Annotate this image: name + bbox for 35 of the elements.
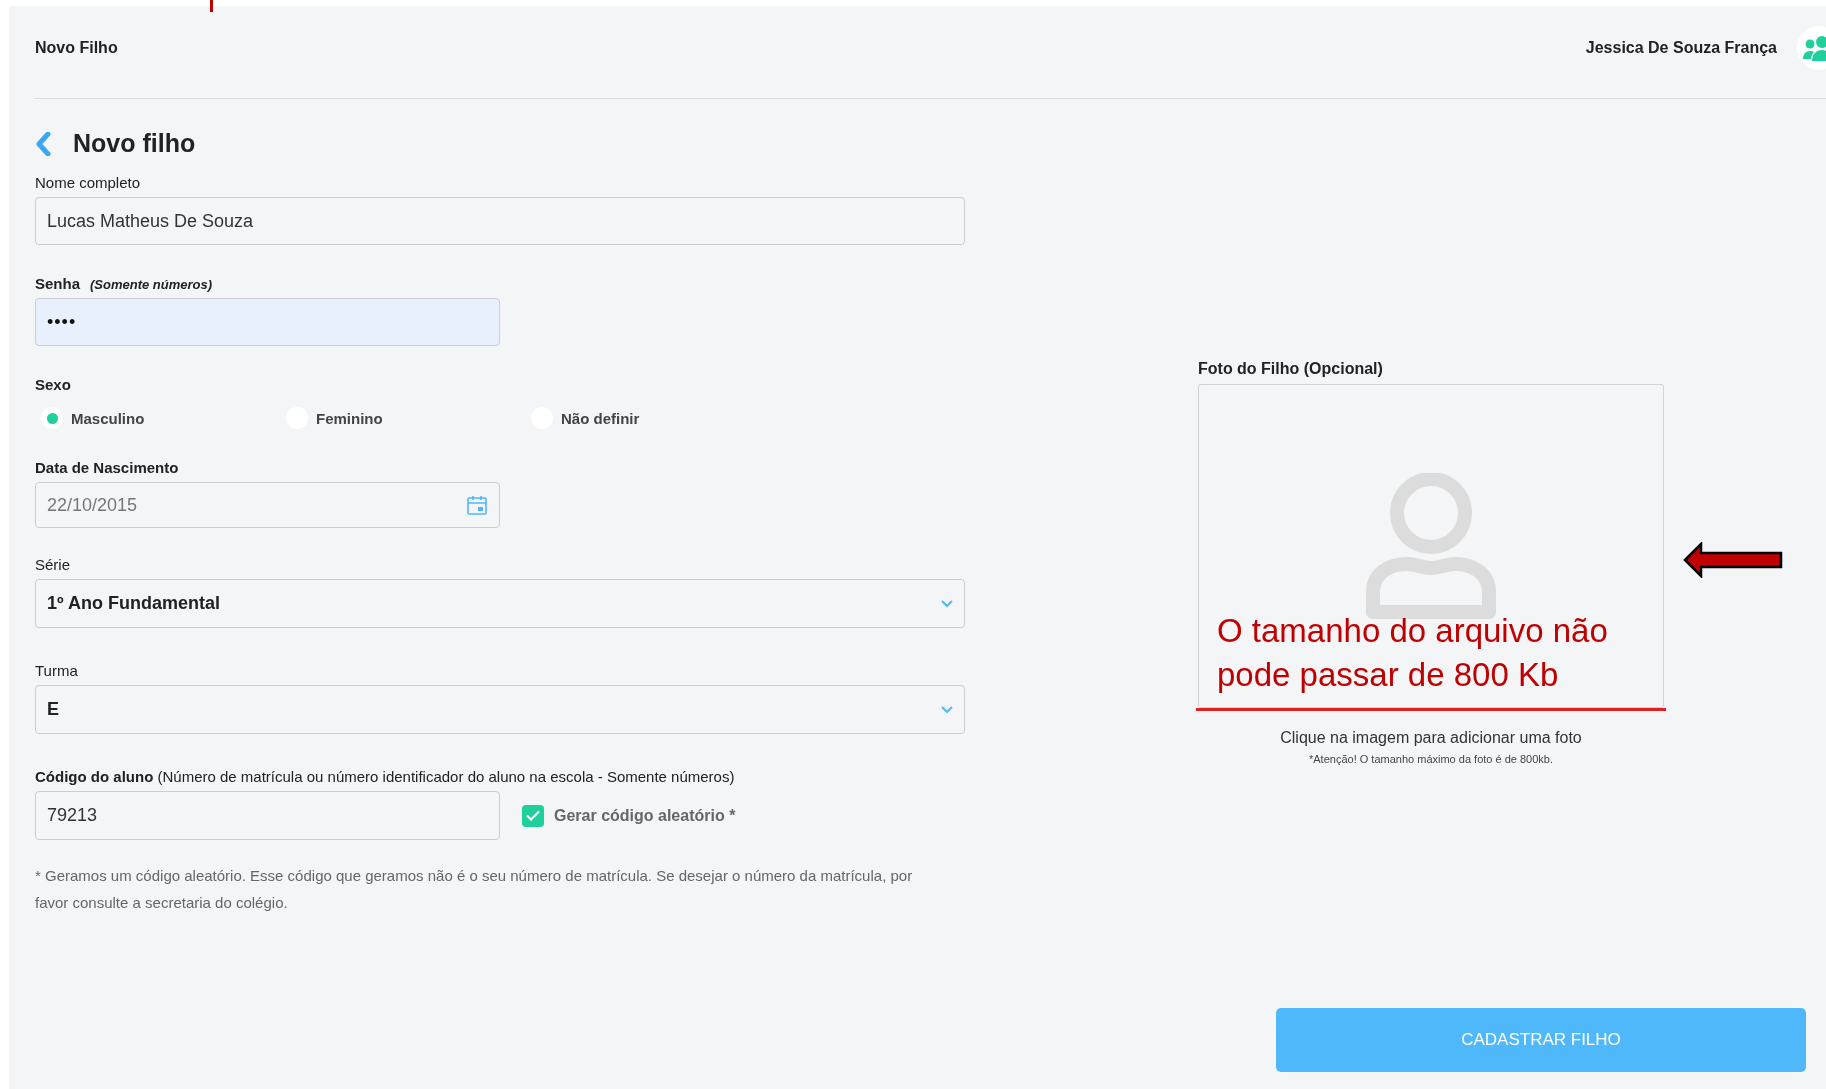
field-label: Senha <box>35 275 80 292</box>
photo-label: Foto do Filho (Opcional) <box>1198 360 1383 378</box>
radio-label: Feminino <box>316 409 383 427</box>
field-label: Código do aluno (Número de matrícula ou número identificador do aluno na escola - Somente números) <box>35 768 735 785</box>
field-label: Data de Nascimento <box>35 459 179 476</box>
field-label: Turma <box>35 662 78 679</box>
arrow-icon <box>1683 542 1783 578</box>
field-hint: (Somente números) <box>90 277 213 292</box>
radio-label: Não definir <box>561 409 640 427</box>
code-input[interactable]: 79213 <box>35 791 500 840</box>
photo-caption: Clique na imagem para adicionar uma foto <box>1280 729 1582 747</box>
annotation-text: O tamanho do arquivo não pode passar de 800 Kb <box>1217 611 1609 695</box>
footnote: * Geramos um código aleatório. Esse código que geramos não é o seu número de matrícula. Se desejar o número da matrícula, por favor consulte a secretaria do colégio. <box>35 866 914 913</box>
person-icon <box>1366 473 1496 619</box>
chevron-down-icon <box>941 599 953 608</box>
annotation-mark <box>210 0 213 12</box>
check-icon <box>526 810 540 821</box>
radio-label: Masculino <box>71 409 145 427</box>
page-title: Novo filho <box>73 129 196 158</box>
chevron-down-icon <box>941 705 953 714</box>
name-input[interactable]: Lucas Matheus De Souza <box>35 197 965 245</box>
select-field[interactable]: 1º Ano Fundamental <box>35 579 965 628</box>
calendar-icon <box>466 494 488 516</box>
field-label: Nome completo <box>35 174 141 191</box>
checkbox-label: Gerar código aleatório * <box>554 806 736 825</box>
checkbox[interactable] <box>522 804 544 827</box>
select-field[interactable]: E <box>35 685 965 734</box>
user-name: Jessica De Souza França <box>1585 39 1777 57</box>
photo-note: *Atenção! O tamanho máximo da foto é de 800kb. <box>1309 753 1553 765</box>
radio-button[interactable] <box>41 407 63 429</box>
password-input[interactable]: •••• <box>35 298 500 346</box>
date-field[interactable]: 22/10/2015 <box>35 482 500 528</box>
field-label: Série <box>35 556 71 573</box>
header-title: Novo Filho <box>35 39 118 57</box>
field-label: Sexo <box>35 376 72 393</box>
